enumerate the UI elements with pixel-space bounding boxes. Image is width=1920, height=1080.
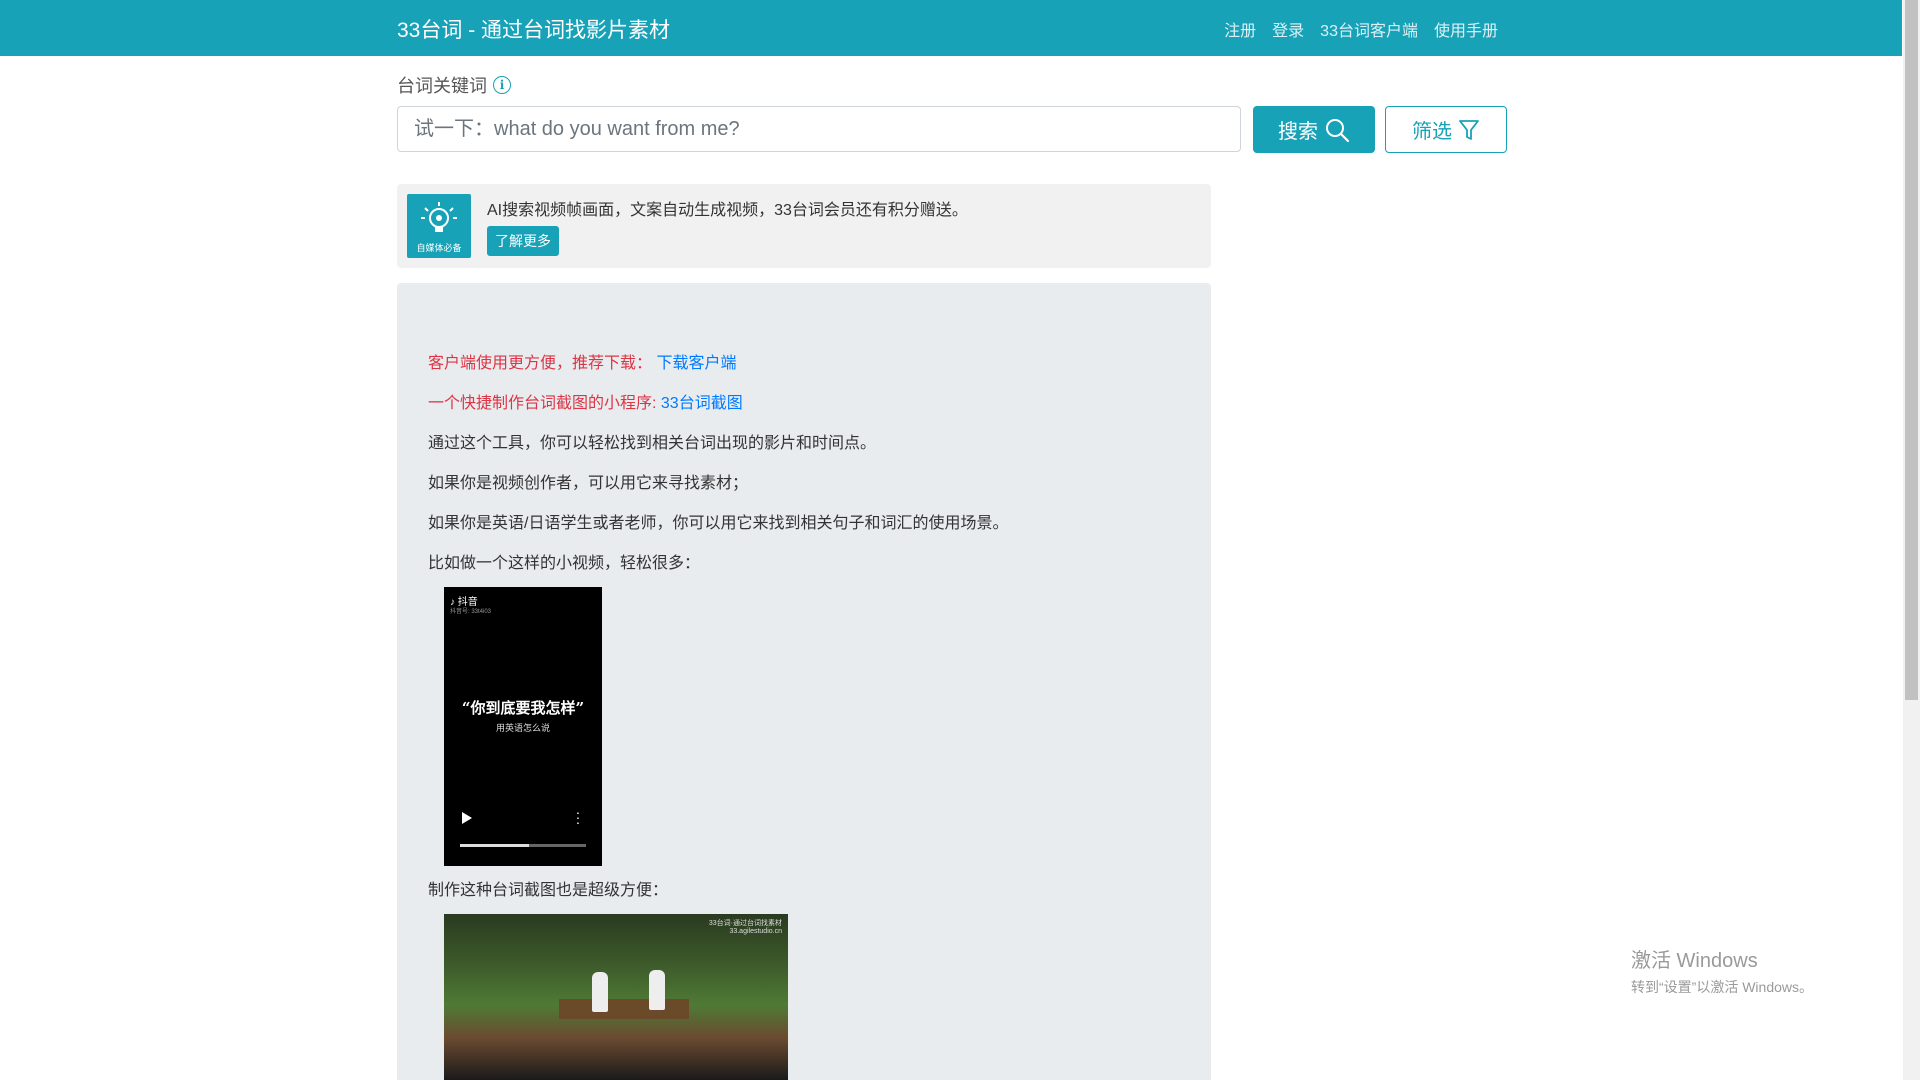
- filter-button-label: 筛选: [1412, 121, 1452, 143]
- learn-more-button[interactable]: 了解更多: [487, 226, 559, 256]
- intro-paragraph-5: 制作这种台词截图也是超级方便：: [428, 882, 669, 899]
- search-icon: [1326, 118, 1350, 142]
- intro-paragraph-2: 如果你是视频创作者，可以用它来寻找素材；: [428, 475, 749, 492]
- bench-shape: [559, 999, 689, 1019]
- top-navbar: 33台词 - 通过台词找影片素材 注册 登录 33台词客户端 使用手册: [0, 0, 1902, 56]
- intro-paragraph-4: 比如做一个这样的小视频，轻松很多：: [428, 555, 701, 572]
- example-screenshot-image: 33台词·通过台词找素材 33.agilestudio.cn: [444, 914, 788, 1080]
- windows-activation-subtitle: 转到“设置”以激活 Windows。: [1631, 979, 1814, 995]
- client-download-link[interactable]: 下载客户端: [656, 355, 736, 372]
- mini-program-text: 一个快捷制作台词截图的小程序:: [428, 395, 657, 412]
- video-title: “你到底要我怎样”: [461, 699, 585, 717]
- promo-text: AI搜索视频帧画面，文案自动生成视频，33台词会员还有积分赠送。: [487, 202, 968, 219]
- keyword-label-text: 台词关键词: [397, 76, 487, 96]
- promo-logo: 自媒体必备: [407, 194, 471, 258]
- scrollbar-thumb[interactable]: [1905, 0, 1918, 700]
- search-input[interactable]: [397, 106, 1241, 152]
- nav-links: 注册 登录 33台词客户端 使用手册: [1224, 17, 1498, 41]
- nav-login-link[interactable]: 登录: [1272, 17, 1304, 41]
- intro-paragraph-1: 通过这个工具，你可以轻松找到相关台词出现的影片和时间点。: [428, 435, 877, 452]
- nav-manual-link[interactable]: 使用手册: [1434, 17, 1498, 41]
- lightbulb-icon: [421, 202, 457, 232]
- screenshot-watermark: 33台词·通过台词找素材 33.agilestudio.cn: [708, 920, 782, 935]
- search-button-label: 搜索: [1278, 121, 1318, 143]
- client-download-text: 客户端使用更方便，推荐下载：: [428, 355, 653, 372]
- filter-icon: [1459, 119, 1479, 140]
- intro-panel: 客户端使用更方便，推荐下载： 下载客户端 一个快捷制作台词截图的小程序: 33台…: [397, 283, 1211, 1080]
- windows-activation-watermark: 激活 Windows 转到“设置”以激活 Windows。: [1631, 944, 1813, 997]
- info-icon[interactable]: i: [493, 76, 511, 94]
- person-shape-left: [592, 972, 608, 1012]
- video-caption: 用英语怎么说: [495, 723, 550, 733]
- mini-program-link[interactable]: 33台词截图: [661, 395, 743, 412]
- client-download-line: 客户端使用更方便，推荐下载： 下载客户端: [428, 349, 736, 373]
- more-options-icon[interactable]: · · ·: [575, 805, 581, 829]
- example-video[interactable]: ♪ 抖音 抖音号: 33t4i03 “你到底要我怎样” 用英语怎么说 · · ·: [444, 587, 602, 866]
- mini-program-line: 一个快捷制作台词截图的小程序: 33台词截图: [428, 389, 743, 413]
- play-icon[interactable]: [462, 812, 472, 824]
- video-progress-fill: [460, 844, 530, 847]
- site-brand[interactable]: 33台词 - 通过台词找影片素材: [397, 14, 670, 44]
- promo-logo-text: 自媒体必备: [416, 243, 462, 253]
- intro-paragraph-3: 如果你是英语/日语学生或者老师，你可以用它来找到相关句子和词汇的使用场景。: [428, 515, 1009, 532]
- keyword-label: 台词关键词 i: [397, 72, 511, 98]
- windows-activation-title: 激活 Windows: [1631, 950, 1758, 972]
- nav-register-link[interactable]: 注册: [1224, 17, 1256, 41]
- person-shape-right: [649, 970, 665, 1010]
- filter-button[interactable]: 筛选: [1385, 106, 1507, 153]
- video-account: 抖音号: 33t4i03: [450, 609, 492, 615]
- page-scrollbar[interactable]: [1903, 0, 1920, 1080]
- video-progress-bar[interactable]: [460, 844, 586, 847]
- search-button[interactable]: 搜索: [1253, 106, 1375, 153]
- nav-client-link[interactable]: 33台词客户端: [1320, 17, 1418, 41]
- promo-banner: 自媒体必备 AI搜索视频帧画面，文案自动生成视频，33台词会员还有积分赠送。 了…: [397, 184, 1211, 268]
